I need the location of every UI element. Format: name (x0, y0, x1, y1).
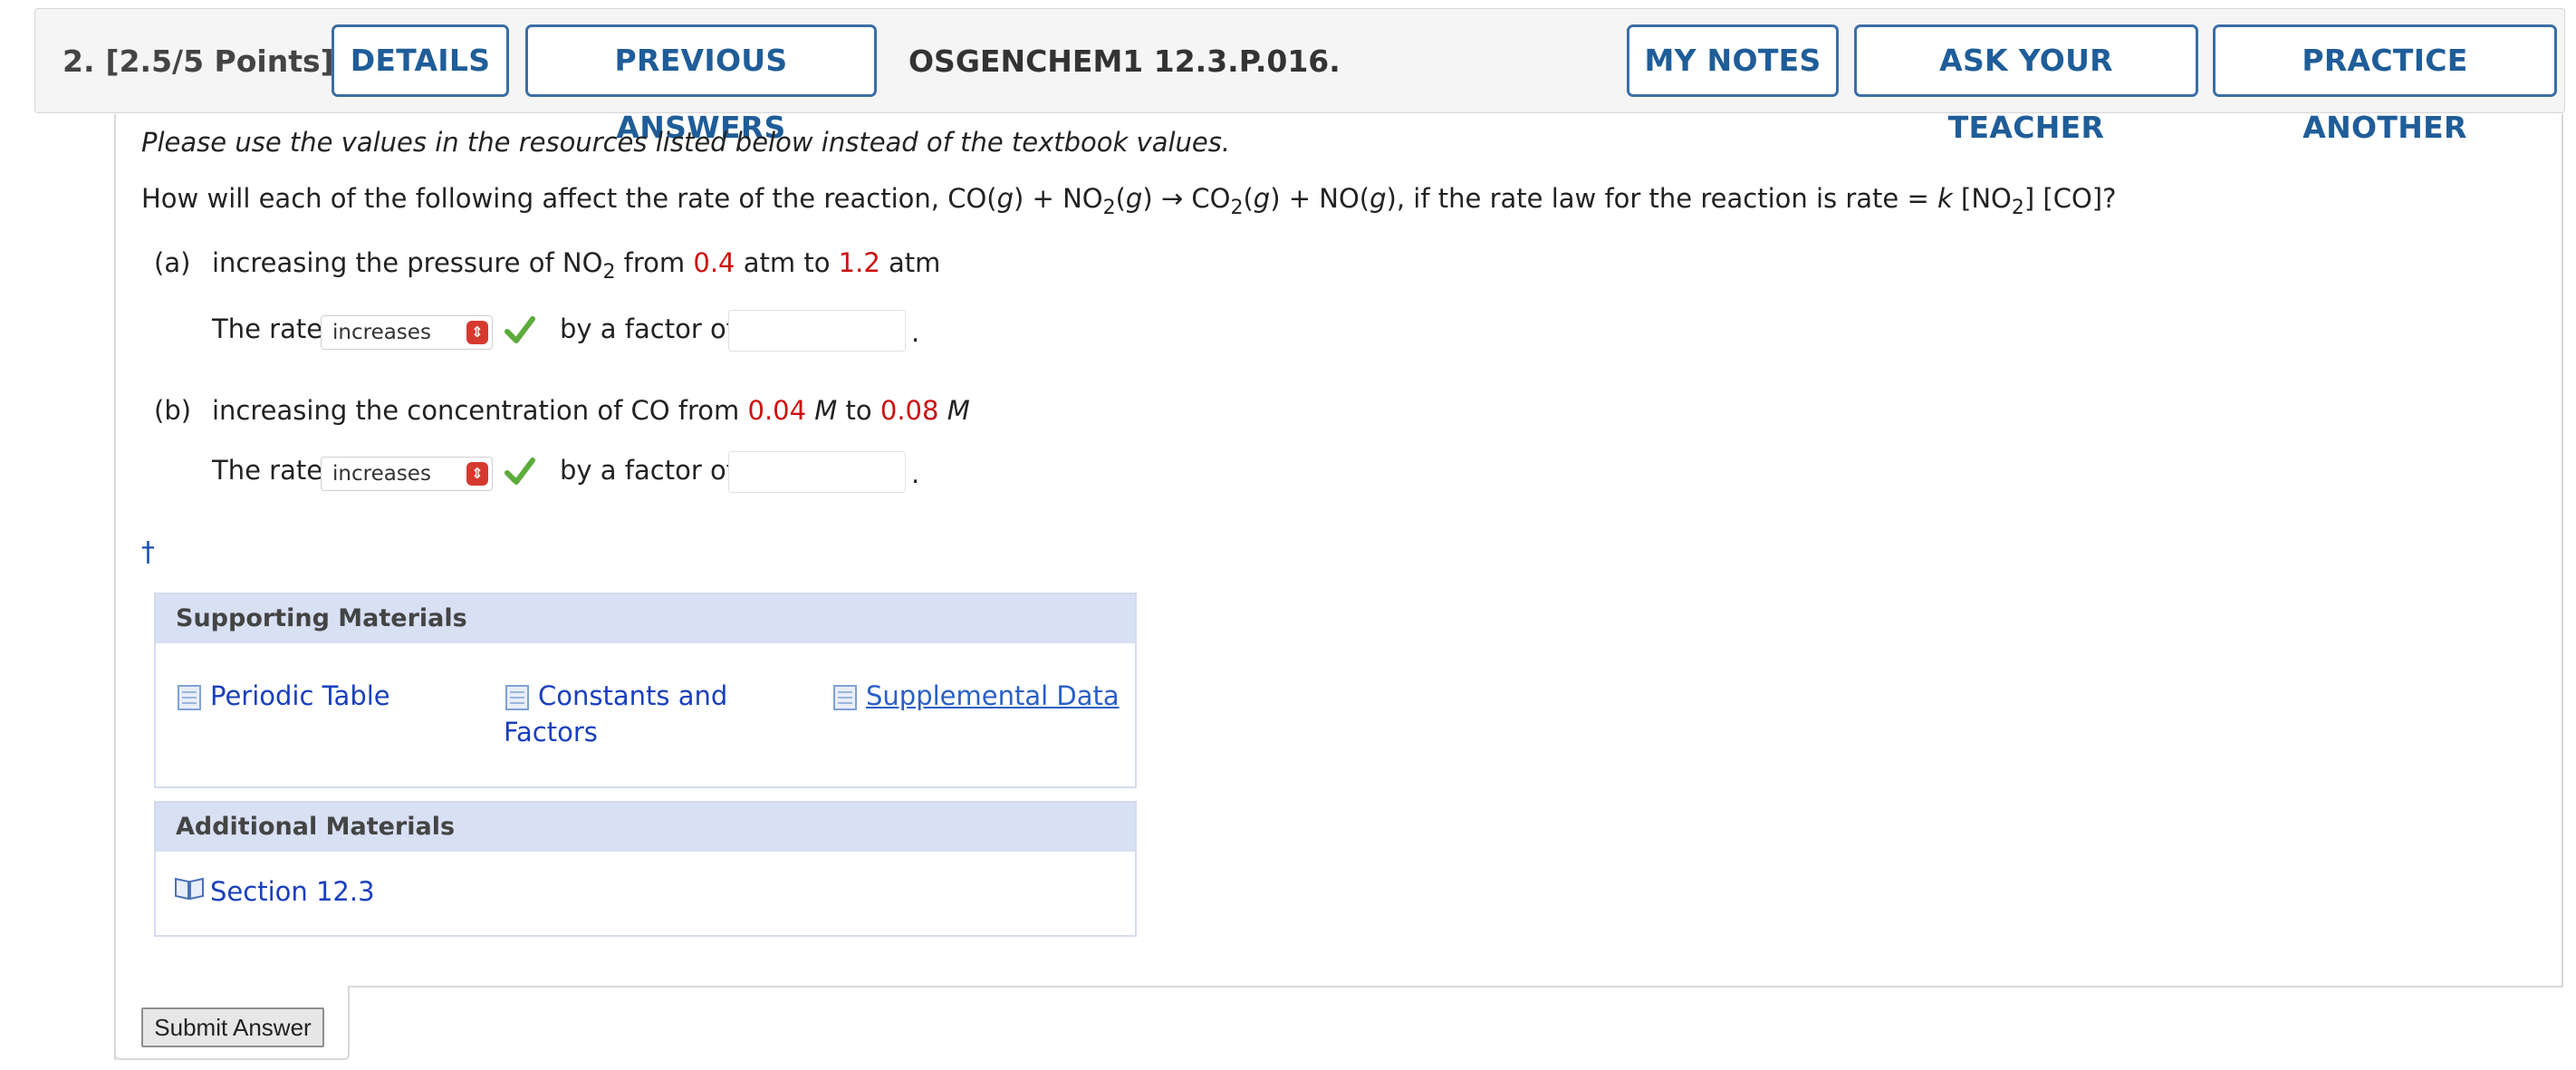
prompt-rate-constant: k (1937, 183, 1953, 214)
prompt-part: ) + NO (1014, 183, 1103, 214)
question-header: 2. [2.5/5 Points] DETAILS PREVIOUS ANSWER… (34, 8, 2565, 145)
part-a-value-2: 1.2 (838, 247, 880, 278)
ask-your-teacher-button[interactable]: ASK YOUR TEACHER (1854, 24, 2198, 145)
part-a-text: increasing the pressure of NO2 from 0.4 … (212, 247, 940, 284)
constants-and-factors-link[interactable]: Constants and (538, 678, 727, 714)
document-icon (833, 685, 857, 710)
prompt-part: ( (1243, 183, 1254, 214)
submit-answer-button[interactable]: Submit Answer (141, 1007, 324, 1047)
prompt-part: How will each of the following affect th… (141, 183, 997, 214)
part-a-text-3: atm to (735, 247, 839, 278)
part-a-selected-value: increases (332, 321, 431, 344)
prompt-gas-italic: g (1125, 183, 1143, 214)
instruction-text: Please use the values in the resources l… (141, 127, 1231, 158)
part-a-text-1: increasing the pressure of NO (212, 247, 603, 278)
part-a-label: (a) (154, 247, 191, 278)
part-a-factor-label: by a factor of (560, 313, 735, 344)
part-a-text-2: from (615, 247, 694, 278)
question-code: OSGENCHEM1 12.3.P.016. (908, 43, 1341, 79)
prompt-part: ] [CO]? (2023, 183, 2117, 214)
part-b-selected-value: increases (332, 462, 431, 486)
part-b-unit-2: M (947, 395, 970, 426)
prompt-gas-italic: g (1370, 183, 1387, 214)
question-number: 2. [2.5/5 Points] (62, 43, 334, 79)
supporting-materials-title: Supporting Materials (156, 594, 1135, 643)
details-button[interactable]: DETAILS (332, 24, 509, 97)
question-number-text: 2. (62, 43, 95, 79)
additional-materials-box: Additional Materials Section 12.3 (154, 801, 1137, 937)
part-b-value-1: 0.04 (747, 395, 807, 426)
part-a-value-1: 0.4 (693, 247, 735, 278)
prompt-subscript: 2 (1230, 196, 1244, 219)
part-a-rate-select[interactable]: increases ⇕ (321, 315, 493, 350)
part-a-text-4: atm (879, 247, 941, 278)
prompt-part: ) → CO (1142, 183, 1231, 214)
practice-another-button[interactable]: PRACTICE ANOTHER (2213, 24, 2557, 145)
book-icon (175, 877, 204, 901)
part-b-rate-select[interactable]: increases ⇕ (321, 457, 493, 491)
question-body-border-bottom (348, 986, 2563, 988)
part-b-rate-label: The rate (212, 455, 323, 486)
prompt-part: ( (1115, 183, 1126, 214)
question-body-border-right (2562, 114, 2563, 988)
part-b-text-2: to (837, 395, 880, 426)
part-b-factor-label: by a factor of (560, 455, 735, 486)
part-a-factor-input[interactable] (728, 310, 906, 352)
supporting-materials-box: Supporting Materials Periodic Table Cons… (154, 593, 1137, 788)
part-a-rate-label: The rate (212, 313, 323, 344)
part-b-text: increasing the concentration of CO from … (212, 395, 970, 426)
constants-and-factors-link-line-2[interactable]: Factors (504, 714, 598, 750)
section-12-3-link[interactable]: Section 12.3 (210, 873, 375, 910)
part-b-label: (b) (154, 395, 192, 426)
part-b-text-1: increasing the concentration of CO from (212, 395, 748, 426)
check-icon (505, 316, 535, 343)
prompt-gas-italic: g (996, 183, 1014, 214)
dagger-link[interactable]: † (141, 536, 155, 568)
previous-answers-button[interactable]: PREVIOUS ANSWERS (525, 24, 877, 145)
periodic-table-link[interactable]: Periodic Table (210, 678, 390, 714)
supplemental-data-link[interactable]: Supplemental Data (866, 678, 1120, 714)
additional-materials-title: Additional Materials (156, 803, 1135, 852)
prompt-subscript: 2 (1102, 196, 1116, 219)
part-b-value-2: 0.08 (879, 395, 939, 426)
part-a-period: . (911, 317, 920, 348)
part-b-unit-1: M (814, 395, 838, 426)
question-body-border-left (114, 114, 116, 1060)
question-points: [2.5/5 Points] (105, 43, 334, 79)
select-arrow-icon: ⇕ (466, 321, 488, 344)
my-notes-button[interactable]: MY NOTES (1627, 24, 1839, 97)
part-b-factor-input[interactable] (728, 451, 906, 493)
select-arrow-icon: ⇕ (466, 462, 488, 486)
prompt-subscript: 2 (2011, 196, 2024, 219)
question-prompt: How will each of the following affect th… (141, 183, 2117, 219)
prompt-gas-italic: g (1253, 183, 1271, 214)
part-b-period: . (911, 458, 920, 489)
document-icon (178, 685, 201, 710)
prompt-part: ) + NO( (1270, 183, 1370, 214)
prompt-part: ), if the rate law for the reaction is r… (1386, 183, 1938, 214)
part-a-subscript: 2 (602, 260, 616, 284)
document-icon (505, 685, 529, 710)
check-icon (505, 458, 535, 485)
prompt-part: [NO (1952, 183, 2012, 214)
